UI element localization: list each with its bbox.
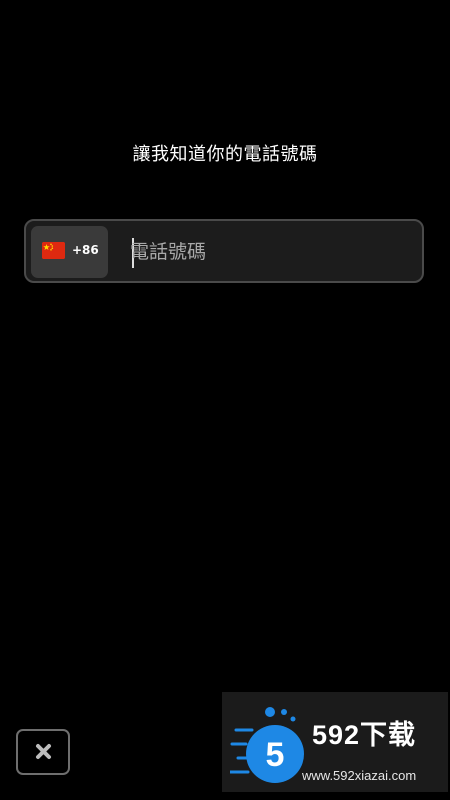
close-button[interactable]: [16, 729, 70, 775]
close-icon: [36, 744, 51, 759]
watermark-logo-digit: 5: [266, 736, 285, 774]
phone-number-input[interactable]: [130, 226, 410, 278]
watermark-brand: 592下载: [312, 720, 417, 750]
phone-entry-screen: 讓我知道你的電話號碼 +86 電話號碼 5 592下载 www.592xiaza…: [0, 0, 450, 800]
page-title: 讓我知道你的電話號碼: [132, 144, 318, 165]
china-flag-icon: [42, 242, 65, 259]
watermark-url: www.592xiazai.com: [302, 768, 417, 783]
dial-code-label: +86: [72, 243, 99, 257]
watermark: 5 592下载 www.592xiazai.com: [222, 692, 448, 792]
watermark-logo: 5: [230, 707, 304, 783]
phone-number-row: +86: [24, 219, 424, 283]
country-code-selector[interactable]: +86: [31, 226, 108, 278]
